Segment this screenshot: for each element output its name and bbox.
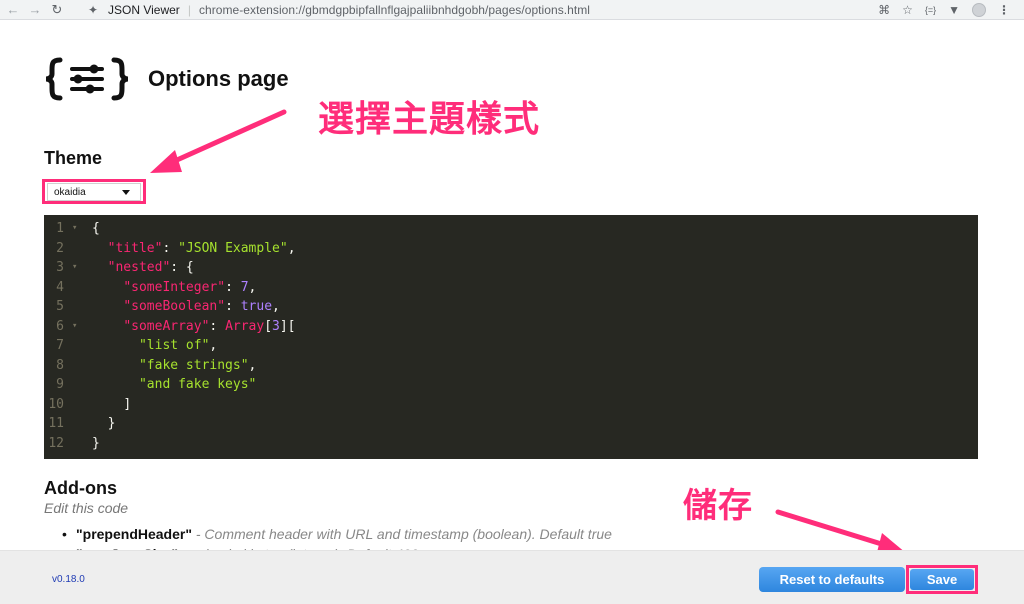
fold-arrow-icon[interactable]: ▾ — [72, 219, 77, 239]
addon-name: "prependHeader" — [76, 526, 192, 542]
url-text: chrome-extension://gbmdgpbipfallnflgajpa… — [198, 3, 591, 17]
json-extension-icon[interactable]: {=} — [925, 5, 936, 15]
code-text: "list of", — [138, 338, 218, 353]
menu-kebab-icon[interactable]: ⋮ — [998, 3, 1010, 17]
code-text: } — [107, 416, 116, 431]
code-line: 10 ] — [44, 395, 978, 415]
code-text: "nested": { — [107, 260, 194, 275]
line-number: 1 — [56, 221, 64, 236]
theme-select-value: okaidia — [54, 186, 86, 198]
code-text: "someBoolean": true, — [123, 299, 280, 314]
code-text: "title": "JSON Example", — [107, 240, 296, 256]
code-text: ] — [123, 396, 132, 412]
code-text: "fake strings", — [138, 357, 257, 373]
theme-callout-annotation: 選擇主題樣式 — [318, 99, 541, 140]
theme-select-highlight: okaidia — [42, 179, 146, 204]
code-text: "someInteger": 7, — [123, 279, 257, 295]
line-number: 12 — [48, 435, 64, 451]
fold-arrow-icon[interactable]: ▾ — [72, 317, 77, 337]
extension-puzzle-icon: ✦ — [87, 3, 99, 17]
line-number: 6 — [56, 318, 64, 334]
site-name: JSON Viewer — [108, 3, 180, 17]
forward-icon[interactable]: → — [26, 1, 44, 19]
back-icon[interactable]: ← — [4, 1, 22, 19]
reload-icon[interactable]: ↻ — [48, 1, 66, 19]
theme-select[interactable]: okaidia — [47, 183, 141, 201]
version-label: v0.18.0 — [52, 574, 85, 585]
addon-description: - Comment header with URL and timestamp … — [191, 526, 612, 542]
code-line: 3 ▾ "nested": { — [44, 258, 978, 278]
toolbar-icons: ⌘ ☆ {=} ▼ ⋮ — [878, 0, 1010, 20]
save-callout-annotation: 儲存 — [683, 486, 753, 526]
line-number: 8 — [56, 357, 64, 373]
list-item: "prependHeader" - Comment header with UR… — [60, 524, 760, 544]
addons-heading: Add-ons — [44, 478, 117, 498]
code-text: "someArray": Array[3][ — [123, 318, 296, 334]
theme-preview-editor[interactable]: 1 ▾ { 2 "title": "JSON Example", 3 ▾ "ne… — [44, 215, 978, 459]
code-line: 11 } — [44, 414, 978, 434]
code-text: "and fake keys" — [138, 377, 257, 392]
code-line: 12 } — [44, 434, 978, 454]
save-button[interactable]: Save — [910, 569, 974, 590]
theme-heading: Theme — [44, 148, 103, 168]
save-button-highlight: Save — [906, 565, 978, 594]
line-number: 5 — [56, 299, 64, 314]
line-number: 2 — [56, 240, 64, 256]
line-number: 9 — [56, 377, 64, 392]
line-number: 3 — [56, 260, 64, 275]
line-number: 10 — [48, 396, 64, 412]
browser-toolbar: ← → ↻ ✦ JSON Viewer | chrome-extension:/… — [0, 0, 1024, 20]
profile-avatar[interactable] — [972, 3, 986, 17]
page-title: Options page — [148, 66, 289, 91]
address-bar[interactable]: ✦ JSON Viewer | chrome-extension://gbmdg… — [86, 0, 906, 20]
vue-extension-icon[interactable]: ▼ — [948, 3, 960, 17]
bookmark-star-icon[interactable]: ☆ — [902, 3, 913, 17]
address-separator: | — [187, 3, 191, 17]
addons-subtitle: Edit this code — [44, 500, 129, 516]
footer-bar: v0.18.0 Reset to defaults Save — [0, 550, 1024, 604]
code-line: 2 "title": "JSON Example", — [44, 239, 978, 259]
code-text: { — [92, 221, 100, 236]
code-text: } — [92, 435, 100, 451]
line-number: 11 — [48, 416, 64, 431]
code-line: 6 ▾ "someArray": Array[3][ — [44, 317, 978, 337]
code-line: 8 "fake strings", — [44, 356, 978, 376]
code-line: 4 "someInteger": 7, — [44, 278, 978, 298]
code-line: 7 "list of", — [44, 336, 978, 356]
line-number: 7 — [56, 338, 64, 353]
fold-arrow-icon[interactable]: ▾ — [72, 258, 77, 278]
line-number: 4 — [56, 279, 64, 295]
code-line: 9 "and fake keys" — [44, 375, 978, 395]
code-line: 1 ▾ { — [44, 219, 978, 239]
json-viewer-logo — [44, 56, 130, 102]
translate-icon[interactable]: ⌘ — [878, 3, 890, 17]
code-line: 5 "someBoolean": true, — [44, 297, 978, 317]
reset-to-defaults-button[interactable]: Reset to defaults — [759, 567, 905, 592]
chevron-down-icon — [122, 190, 130, 195]
theme-arrow — [150, 109, 287, 173]
